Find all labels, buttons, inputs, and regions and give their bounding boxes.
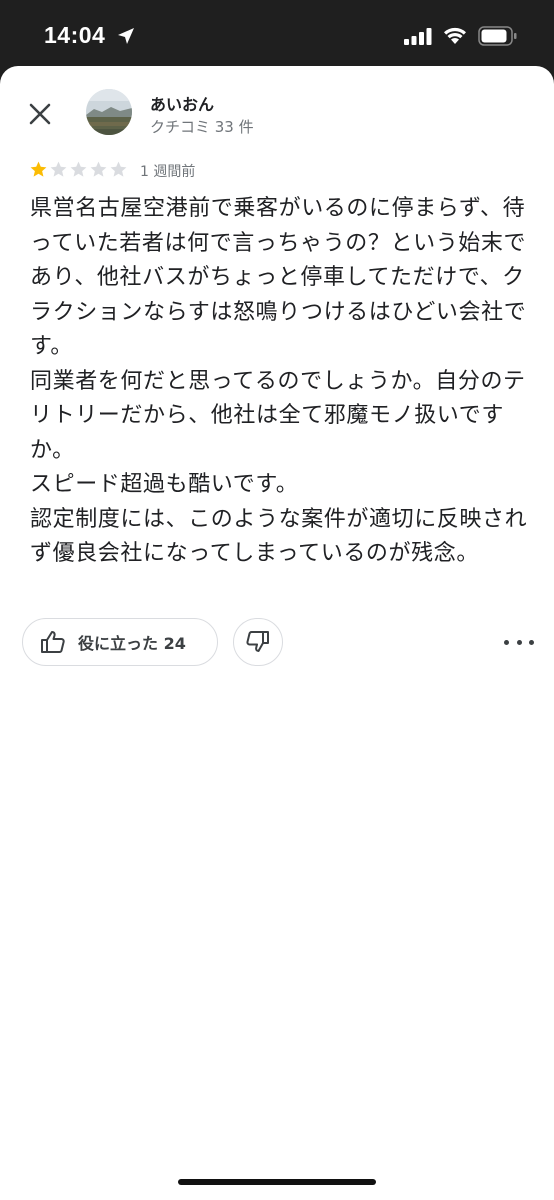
more-options-icon[interactable]	[504, 632, 534, 652]
status-time: 14:04	[44, 22, 106, 48]
battery-icon	[478, 26, 517, 46]
review-text: 県営名古屋空港前で乗客がいるのに停まらず、待っていた若者は何で言っちゃうの？とい…	[30, 196, 528, 566]
location-arrow-icon	[118, 28, 134, 44]
avatar-photo	[86, 89, 132, 135]
review-date: 1 週間前	[140, 164, 196, 180]
author-review-count: クチコミ 33 件	[150, 118, 254, 136]
star-empty-icon	[70, 161, 87, 177]
author-name[interactable]: あいおん	[150, 91, 214, 115]
star-rating	[29, 160, 128, 179]
home-indicator[interactable]	[178, 1179, 376, 1185]
close-icon[interactable]	[22, 96, 58, 132]
star-empty-icon	[90, 161, 107, 177]
helpful-button[interactable]: 役に立った 24	[22, 618, 218, 666]
star-empty-icon	[50, 161, 67, 177]
star-empty-icon	[110, 161, 127, 177]
not-helpful-button[interactable]	[233, 618, 283, 666]
status-bar: 14:04	[0, 0, 554, 66]
cellular-signal-icon	[404, 28, 432, 45]
thumbs-down-icon	[246, 631, 269, 652]
review-sheet: あいおん クチコミ 33 件 1 週間前 県営名古屋空港前で乗客がいるのに停まら…	[0, 66, 554, 1200]
avatar[interactable]	[86, 89, 132, 135]
thumbs-up-icon	[41, 631, 65, 653]
star-filled-icon	[30, 161, 47, 177]
helpful-label: 役に立った 24	[78, 634, 186, 653]
wifi-icon	[444, 27, 466, 44]
